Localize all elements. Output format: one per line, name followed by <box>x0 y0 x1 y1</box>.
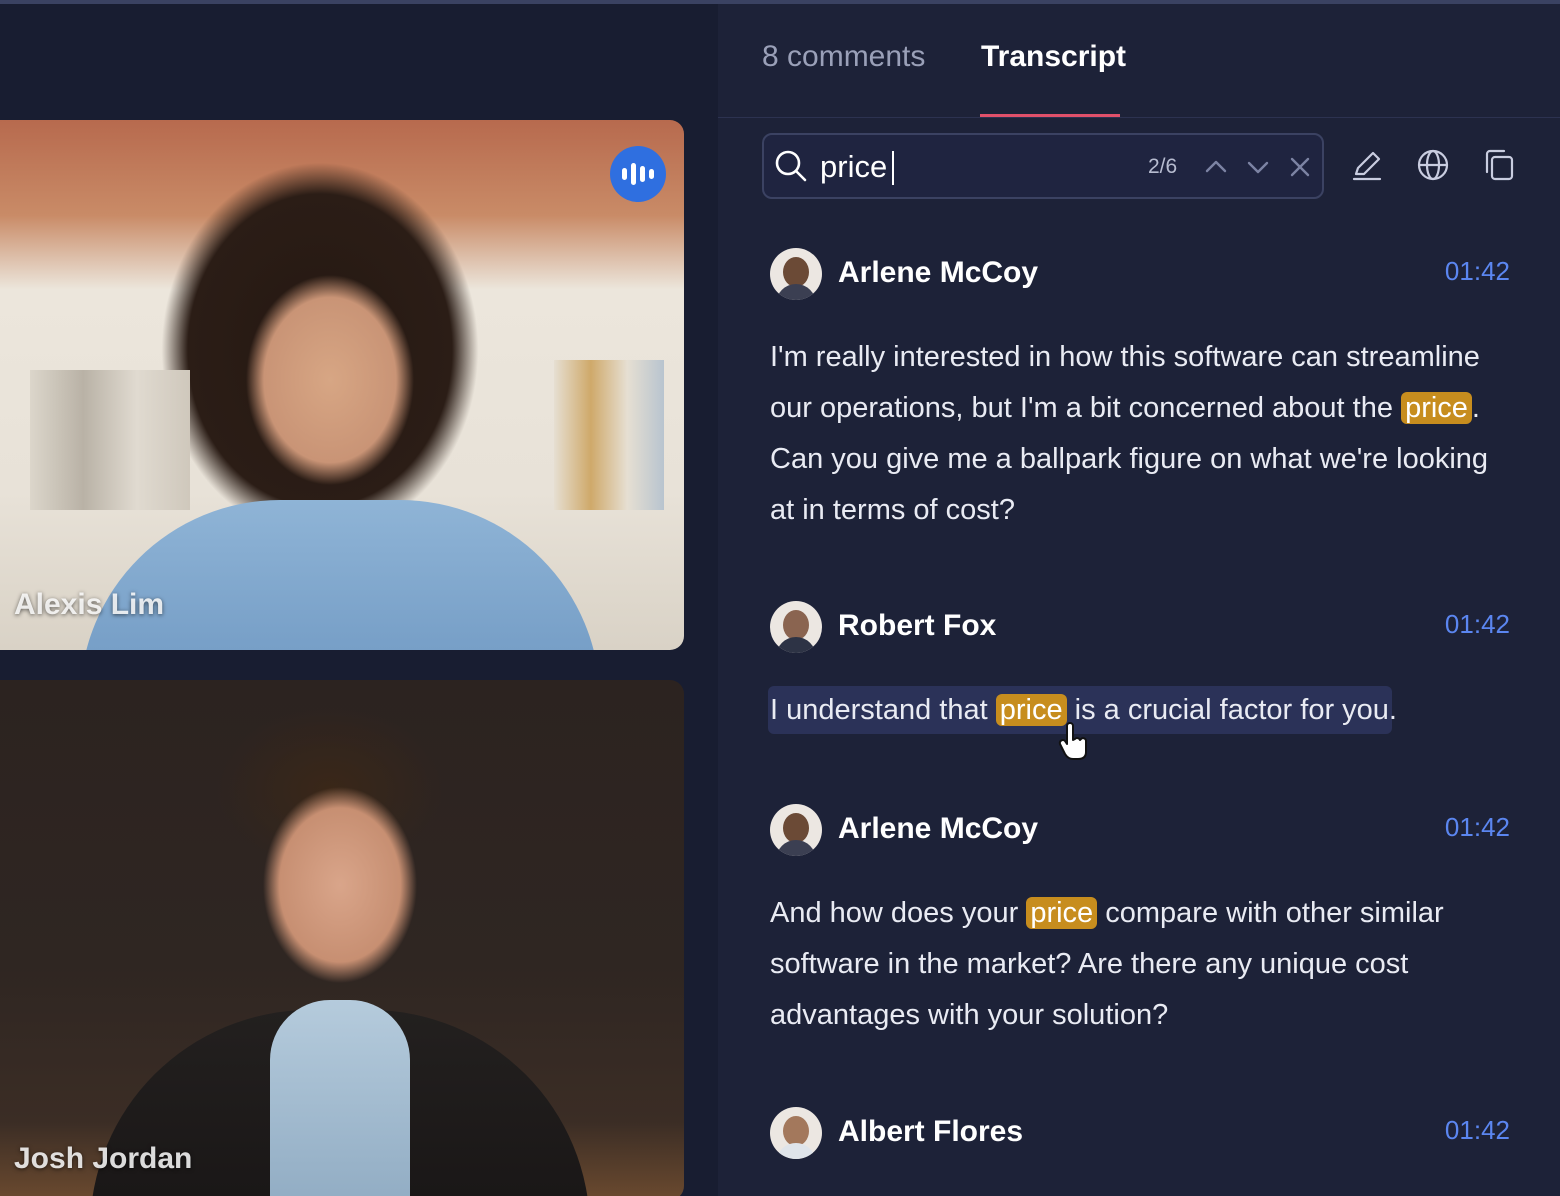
search-match-count: 2/6 <box>1148 155 1178 178</box>
text-segment: And how does your <box>770 897 1027 929</box>
active-tab-indicator <box>980 114 1120 117</box>
tab-comments[interactable]: 8 comments <box>762 40 925 74</box>
search-highlight: price <box>1026 897 1098 929</box>
participant-name: Josh Jordan <box>14 1142 193 1175</box>
chevron-down-icon[interactable] <box>1246 155 1270 179</box>
participant-figure <box>270 1000 410 1196</box>
tab-transcript[interactable]: Transcript <box>981 40 1126 74</box>
transcript-entry-header: Arlene McCoy 01:42 <box>770 248 1510 300</box>
participant-figure <box>80 500 600 650</box>
close-icon[interactable] <box>1288 155 1312 179</box>
speaker-name: Arlene McCoy <box>838 812 1039 845</box>
video-area: Alexis Lim Josh Jordan <box>0 4 718 1196</box>
timestamp-link[interactable]: 01:42 <box>1445 1115 1510 1146</box>
search-highlight-active: price <box>995 694 1067 726</box>
panel-tabs: 8 comments Transcript <box>718 4 1560 118</box>
transcript-entry-header: Arlene McCoy 01:42 <box>770 804 1510 856</box>
pencil-icon[interactable] <box>1350 148 1384 182</box>
avatar <box>770 1107 822 1159</box>
avatar <box>770 248 822 300</box>
timestamp-link[interactable]: 01:42 <box>1445 256 1510 287</box>
background-shelf <box>30 370 190 510</box>
speaker-name: Albert Flores <box>838 1115 1024 1148</box>
transcript-text[interactable]: I understand that price is a crucial fac… <box>770 685 1500 736</box>
search-icon <box>775 150 807 182</box>
hand-pointer-icon <box>1058 722 1087 760</box>
avatar <box>770 804 822 856</box>
text-segment: I'm really interested in how this softwa… <box>770 341 1480 424</box>
transcript-entry-header: Robert Fox 01:42 <box>770 601 1510 653</box>
chevron-up-icon[interactable] <box>1204 155 1228 179</box>
search-input[interactable] <box>820 147 1120 187</box>
transcript-search[interactable]: 2/6 <box>762 133 1324 199</box>
text-caret <box>892 151 894 185</box>
text-segment: I understand that <box>770 694 996 726</box>
transcript-entry-header: Albert Flores 01:42 <box>770 1107 1510 1159</box>
participant-name: Alexis Lim <box>14 588 165 621</box>
search-highlight: price <box>1401 392 1472 424</box>
video-tile-alexis[interactable]: Alexis Lim <box>0 120 684 650</box>
app-root: Alexis Lim Josh Jordan 8 comments Transc… <box>0 0 1560 1196</box>
timestamp-link[interactable]: 01:42 <box>1445 812 1510 843</box>
transcript-text[interactable]: And how does your price compare with oth… <box>770 888 1500 1041</box>
timestamp-link[interactable]: 01:42 <box>1445 609 1510 640</box>
avatar <box>770 601 822 653</box>
globe-icon[interactable] <box>1416 148 1450 182</box>
copy-icon[interactable] <box>1482 148 1516 182</box>
text-segment: is a crucial factor for you. <box>1066 694 1397 726</box>
video-tile-josh[interactable]: Josh Jordan <box>0 680 684 1196</box>
background-shelf <box>554 360 664 510</box>
speaker-name: Arlene McCoy <box>838 256 1039 289</box>
transcript-panel: 8 comments Transcript 2/6 <box>718 4 1560 1196</box>
transcript-text[interactable]: I'm really interested in how this softwa… <box>770 332 1500 536</box>
speaker-name: Robert Fox <box>838 609 997 642</box>
audio-speaking-icon <box>610 146 666 202</box>
